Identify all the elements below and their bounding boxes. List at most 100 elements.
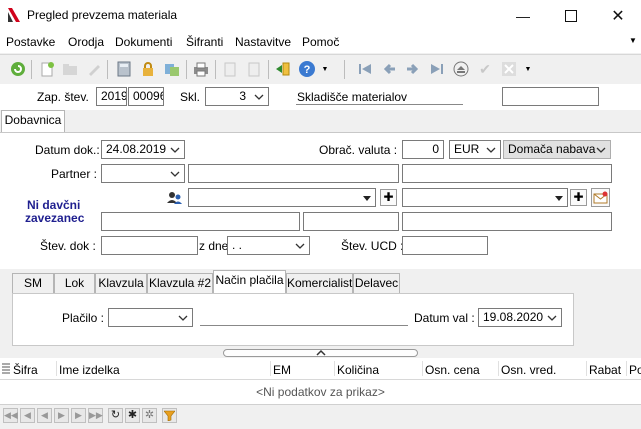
obrac-valuta-field[interactable]: 0 <box>402 140 444 159</box>
cancel-disabled-icon[interactable] <box>500 60 518 78</box>
nav-asterisk-icon[interactable]: ✱ <box>125 408 140 423</box>
items-grid: Šifra Ime izdelka EM Količina Osn. cena … <box>0 358 641 404</box>
document-copy-disabled-icon[interactable] <box>245 60 263 78</box>
placilo-label: Plačilo : <box>62 311 105 325</box>
cancel-dropdown-icon[interactable]: ▼ <box>519 60 537 78</box>
help-dropdown-icon[interactable]: ▼ <box>316 60 334 78</box>
subtab-sm[interactable]: SM <box>12 273 54 293</box>
datum-val-field[interactable]: 19.08.2020 <box>478 308 562 327</box>
column-po[interactable]: Po <box>629 363 641 377</box>
help-icon[interactable]: ? <box>298 60 316 78</box>
add-address-button[interactable]: ✚ <box>570 189 587 206</box>
menu-nastavitve[interactable]: Nastavitve <box>235 35 291 49</box>
column-ime-izdelka[interactable]: Ime izdelka <box>59 363 120 377</box>
nav-prev-icon[interactable]: ◀ <box>37 408 52 423</box>
nav-next-page-icon[interactable]: ▶ <box>71 408 86 423</box>
partner-extra-field-3[interactable] <box>402 212 612 231</box>
chevron-down-icon <box>254 94 264 100</box>
subtab-klavzula[interactable]: Klavzula <box>95 273 147 293</box>
print-icon[interactable] <box>192 60 210 78</box>
tab-dobavnica[interactable]: Dobavnica <box>1 110 65 133</box>
next-record-icon[interactable] <box>404 60 422 78</box>
warehouse-select[interactable]: 3 <box>205 87 269 106</box>
document-disabled-icon[interactable] <box>221 60 239 78</box>
refresh-icon[interactable] <box>9 60 27 78</box>
minimize-button[interactable]: — <box>500 0 546 31</box>
z-dne-field[interactable]: . . <box>227 236 310 255</box>
partner-extra-field-1[interactable] <box>101 212 300 231</box>
menu-orodja[interactable]: Orodja <box>68 35 104 49</box>
chevron-down-icon <box>178 315 188 321</box>
toolbar-separator <box>268 60 269 79</box>
copy-documents-icon[interactable] <box>163 60 181 78</box>
datum-dok-value: 24.08.2019 <box>106 142 167 156</box>
datum-dok-field[interactable]: 24.08.2019 <box>101 140 185 159</box>
close-button[interactable]: ✕ <box>595 0 641 31</box>
previous-record-icon[interactable] <box>380 60 398 78</box>
nav-first-icon[interactable]: ◀◀ <box>3 408 18 423</box>
edit-pen-icon[interactable] <box>85 60 103 78</box>
import-icon[interactable] <box>274 60 292 78</box>
subtab-klavzula-2[interactable]: Klavzula #2 <box>147 273 213 293</box>
column-sifra[interactable]: Šifra <box>13 363 38 377</box>
column-osn-vred[interactable]: Osn. vred. <box>501 363 556 377</box>
new-document-icon[interactable] <box>38 60 56 78</box>
header-extra-field[interactable] <box>502 87 599 106</box>
nav-last-icon[interactable]: ▶▶ <box>88 408 103 423</box>
caret-down-icon <box>555 196 563 201</box>
column-chooser-icon[interactable] <box>2 363 10 374</box>
menu-sifranti[interactable]: Šifranti <box>186 35 223 49</box>
stev-dok-field[interactable] <box>101 236 198 255</box>
column-em[interactable]: EM <box>273 363 291 377</box>
partner-name-field[interactable] <box>188 164 399 183</box>
nabava-select[interactable]: Domača nabava <box>503 140 611 159</box>
nav-clear-icon[interactable]: ✲ <box>142 408 157 423</box>
column-divider <box>56 361 57 376</box>
year-field[interactable]: 2019 <box>96 87 127 106</box>
nav-prev-page-icon[interactable]: ◀ <box>20 408 35 423</box>
chevron-down-icon <box>295 243 305 249</box>
menu-dokumenti[interactable]: Dokumenti <box>115 35 172 49</box>
nav-refresh-icon[interactable]: ↻ <box>108 408 123 423</box>
placilo-select[interactable] <box>108 308 193 327</box>
column-rabat[interactable]: Rabat <box>589 363 621 377</box>
add-contact-button[interactable]: ✚ <box>380 189 397 206</box>
partner-select[interactable] <box>101 164 185 183</box>
partner-address-field[interactable] <box>402 164 612 183</box>
currency-select[interactable]: EUR <box>449 140 501 159</box>
menu-pomoc[interactable]: Pomoč <box>302 35 339 49</box>
confirm-check-icon[interactable]: ✔ <box>476 60 494 78</box>
last-record-icon[interactable] <box>428 60 446 78</box>
partner-extra-field-2[interactable] <box>303 212 399 231</box>
first-record-icon[interactable] <box>356 60 374 78</box>
subtab-lok[interactable]: Lok <box>54 273 95 293</box>
calculator-icon[interactable] <box>115 60 133 78</box>
column-divider <box>270 361 271 376</box>
email-button[interactable] <box>591 188 610 207</box>
contacts-people-icon[interactable] <box>166 190 184 206</box>
subtab-komercialist[interactable]: Komercialist <box>286 273 353 293</box>
nav-filter-icon[interactable] <box>162 408 177 423</box>
menu-overflow-icon[interactable]: ▼ <box>629 36 637 45</box>
subtab-nacin-placila[interactable]: Način plačila <box>213 270 286 294</box>
maximize-button[interactable] <box>548 0 594 31</box>
subtab-delavec[interactable]: Delavec <box>353 273 400 293</box>
obrac-valuta-label: Obrač. valuta : <box>319 143 398 157</box>
warehouse-name-underline <box>296 104 463 105</box>
lock-icon[interactable] <box>139 60 157 78</box>
nav-next-icon[interactable]: ▶ <box>54 408 69 423</box>
open-folder-icon[interactable] <box>61 60 79 78</box>
document-number-field[interactable]: 00096 <box>128 87 164 106</box>
splitter-collapse-icon[interactable] <box>316 349 326 356</box>
column-divider <box>586 361 587 376</box>
menu-postavke[interactable]: Postavke <box>6 35 55 49</box>
stev-ucd-field[interactable] <box>402 236 488 255</box>
stev-ucd-label: Štev. UCD : <box>341 239 404 253</box>
eject-icon[interactable] <box>452 60 470 78</box>
splitter[interactable] <box>0 348 641 358</box>
column-kolicina[interactable]: Količina <box>337 363 379 377</box>
column-osn-cena[interactable]: Osn. cena <box>425 363 480 377</box>
contact-select[interactable] <box>188 188 376 207</box>
caret-down-icon <box>363 196 371 201</box>
address-select[interactable] <box>402 188 568 207</box>
